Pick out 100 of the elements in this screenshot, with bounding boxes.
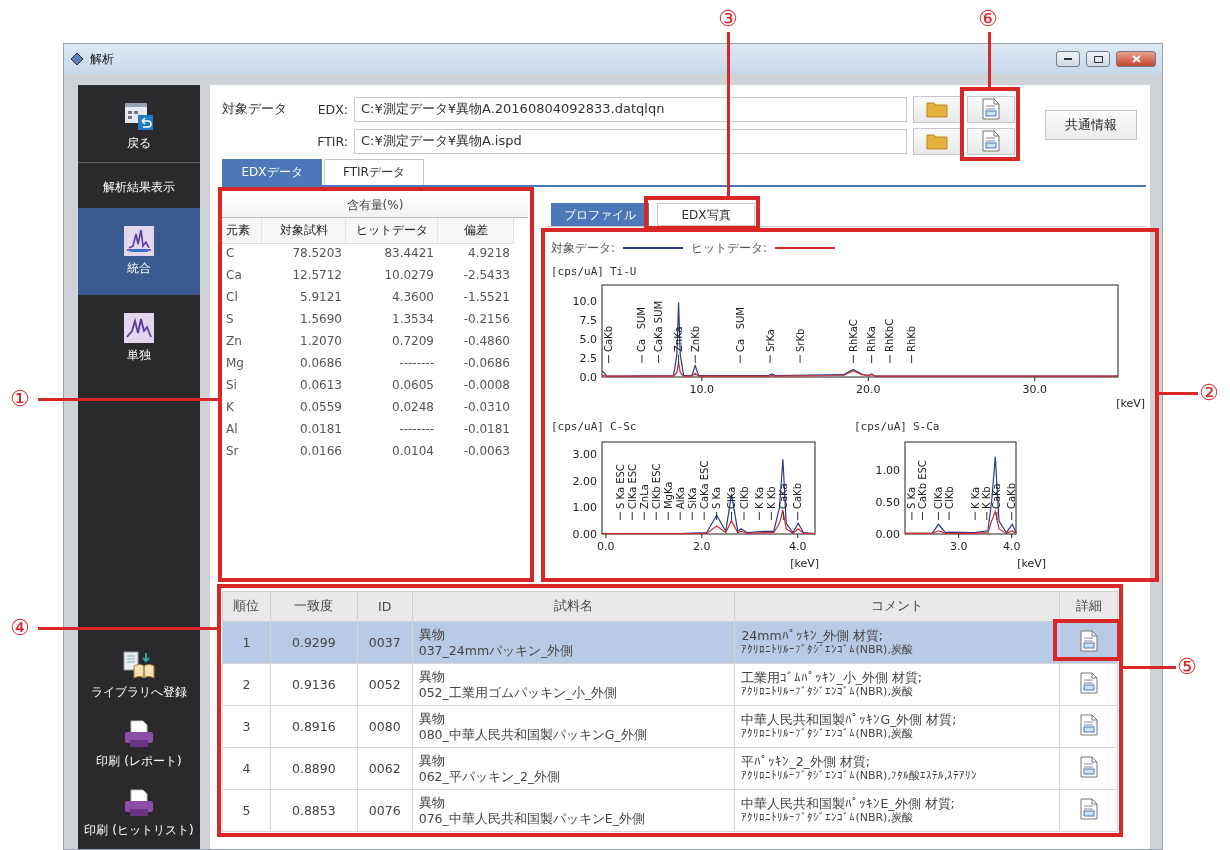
callout-number: ③ bbox=[718, 8, 738, 30]
table-cell-text: 0.0166 bbox=[299, 443, 343, 460]
peak-label: ZnKa bbox=[673, 326, 685, 364]
table-cell-text: -------- bbox=[398, 355, 435, 372]
file-path-field[interactable]: C:¥測定データ¥異物A.ispd bbox=[354, 128, 907, 154]
sidebar-action[interactable]: 印刷 (ヒットリスト) bbox=[78, 780, 200, 849]
table-cell: 0.8916 bbox=[270, 705, 358, 748]
sidebar-action[interactable]: ライブラリへ登録 bbox=[78, 642, 200, 711]
axis-tick-label: 2.5 bbox=[579, 352, 597, 365]
tab[interactable]: EDX写真 bbox=[657, 203, 755, 226]
table-cell-text: S bbox=[225, 311, 235, 328]
table-cell-text: -0.0686 bbox=[462, 355, 511, 372]
peak-label: S Ka bbox=[906, 486, 918, 521]
table-cell-text: 0.7209 bbox=[391, 333, 435, 350]
table-cell: 2 bbox=[222, 663, 271, 706]
peak-label: SrKa bbox=[764, 329, 776, 364]
peak-label: ClKb bbox=[738, 486, 750, 521]
annotation: CaKb ESC bbox=[917, 460, 929, 509]
column-header: 詳細 bbox=[1059, 591, 1118, 622]
table-cell-text: 5.9121 bbox=[299, 289, 343, 306]
axis-tick-label: 0.00 bbox=[875, 528, 900, 541]
callout-number: ① bbox=[10, 388, 30, 410]
table-cell-text: -------- bbox=[398, 421, 435, 438]
annotation: CaKa bbox=[777, 483, 789, 509]
x-tick-label: 30.0 bbox=[1022, 383, 1048, 396]
back-icon bbox=[124, 101, 154, 131]
peak-label: ClKa ESC bbox=[626, 463, 638, 521]
annotation: SrKa bbox=[764, 329, 776, 352]
table-cell: 異物 062_平パッキン_2_外側 bbox=[412, 747, 735, 790]
folder-icon bbox=[926, 100, 948, 118]
peak-label: K Ka bbox=[969, 486, 981, 521]
peak-label: RhKbC bbox=[884, 318, 896, 364]
callout-number: ⑤ bbox=[1177, 656, 1197, 678]
axis-label: [keV] bbox=[1017, 557, 1046, 570]
x-tick-label: 20.0 bbox=[856, 383, 881, 396]
axis-unit: [cps/uA] bbox=[854, 420, 907, 434]
table-cell-text: 4.9218 bbox=[467, 245, 511, 262]
close-button[interactable] bbox=[1116, 51, 1156, 67]
column-header: 試料名 bbox=[412, 591, 735, 622]
maximize-button[interactable] bbox=[1086, 51, 1110, 67]
peak-label: Ca SUM bbox=[636, 307, 648, 364]
tab[interactable]: プロファイル bbox=[551, 203, 649, 226]
back-button[interactable]: 戻る bbox=[78, 85, 200, 162]
document-icon bbox=[982, 130, 1000, 152]
annotation: ZnKa bbox=[673, 326, 685, 352]
annotation: RhKa bbox=[866, 326, 878, 352]
table-cell-text: 0.0248 bbox=[391, 399, 435, 416]
axis-tick-label: 1.00 bbox=[875, 463, 900, 477]
peak-label: CaKa bbox=[991, 483, 1003, 521]
open-file-button[interactable] bbox=[967, 95, 1015, 123]
hit-row[interactable]: 4 0.8890 0062 異物 062_平パッキン_2_外側 平ﾊﾟｯｷﾝ_2_外側 材質; ｱｸﾘﾛﾆﾄﾘﾙｰﾌﾞﾀｼﾞｴﾝｺﾞﾑ(NBR),ﾌﾀﾙ酸ｴｽﾃﾙ,ｽﾃｱﾘﾝ bbox=[222, 747, 1118, 790]
annotation: ClKb bbox=[738, 486, 750, 509]
table-cell-text: K bbox=[225, 399, 235, 416]
table-cell-text: 0.0613 bbox=[299, 377, 343, 394]
window-title: 解析 bbox=[90, 50, 115, 68]
table-cell-text: -1.5521 bbox=[462, 289, 511, 306]
browse-button[interactable] bbox=[913, 95, 961, 123]
open-file-button[interactable] bbox=[967, 127, 1015, 155]
file-path-field[interactable]: C:¥測定データ¥異物A.20160804092833.datqlqn bbox=[354, 96, 907, 122]
peak-label: AlKa bbox=[674, 486, 686, 521]
table-cell-text: 0.0181 bbox=[299, 421, 343, 438]
table-cell-text: -0.0063 bbox=[462, 443, 511, 460]
peak-label: ZnLa bbox=[638, 484, 650, 521]
x-tick-label: 0.0 bbox=[597, 540, 615, 553]
peak-label: CaKb bbox=[603, 326, 615, 364]
table-cell-text: 10.0279 bbox=[383, 267, 435, 284]
sidebar-item[interactable]: 統合 bbox=[78, 208, 200, 295]
table-cell-text: 1.3534 bbox=[391, 311, 435, 328]
table-cell: 中華人民共和国製ﾊﾟｯｷﾝE_外側 材質; ｱｸﾘﾛﾆﾄﾘﾙｰﾌﾞﾀｼﾞｴﾝｺﾞﾑ(NBR),炭酸 bbox=[734, 789, 1060, 832]
hit-row[interactable]: 1 0.9299 0037 異物 037_24mmパッキン_外側 24mmﾊﾟｯｷﾝ_外側 材質; ｱｸﾘﾛﾆﾄﾘﾙｰﾌﾞﾀｼﾞｴﾝｺﾞﾑ(NBR),炭酸 bbox=[222, 621, 1118, 664]
leader-line bbox=[1121, 666, 1176, 669]
sidebar-item[interactable]: 単独 bbox=[78, 295, 200, 382]
annotation: K Kb bbox=[765, 486, 777, 509]
annotation: K Kb bbox=[981, 486, 993, 509]
table-cell: 0037 bbox=[357, 621, 413, 664]
table-cell: 0062 bbox=[357, 747, 413, 790]
axis-label: [keV] bbox=[790, 557, 819, 570]
table-cell: 0080 bbox=[357, 705, 413, 748]
field-group-label: 対象データ bbox=[222, 100, 288, 118]
column-header: 偏差 bbox=[438, 218, 514, 244]
annotation: RhKbC bbox=[884, 318, 896, 352]
hit-row[interactable]: 5 0.8853 0076 異物 076_中華人民共和国製パッキンE_外側 中華人民共和国製ﾊﾟｯｷﾝE_外側 材質; ｱｸﾘﾛﾆﾄﾘﾙｰﾌﾞﾀｼﾞｴﾝｺﾞﾑ(NBR),炭酸 bbox=[222, 789, 1118, 832]
hit-row[interactable]: 3 0.8916 0080 異物 080_中華人民共和国製パッキンG_外側 中華人民共和国製ﾊﾟｯｷﾝG_外側 材質; ｱｸﾘﾛﾆﾄﾘﾙｰﾌﾞﾀｼﾞｴﾝｺﾞﾑ(NBR),炭酸 bbox=[222, 705, 1118, 748]
annotation: Ca SUM bbox=[636, 307, 648, 352]
table-cell-text: Si bbox=[225, 377, 238, 394]
leader-line bbox=[988, 32, 991, 87]
annotation: ZnLa bbox=[638, 484, 650, 509]
annotation: CaKb bbox=[792, 482, 804, 509]
annotation: S Ka bbox=[906, 486, 918, 509]
tab[interactable]: FTIRデータ bbox=[324, 159, 424, 185]
minimize-button[interactable] bbox=[1056, 51, 1080, 67]
annotation: ZnKb bbox=[689, 325, 701, 352]
common-info-button[interactable]: 共通情報 bbox=[1045, 110, 1137, 140]
tab[interactable]: EDXデータ bbox=[222, 159, 322, 185]
browse-button[interactable] bbox=[913, 127, 961, 155]
field-label: FTIR: bbox=[316, 133, 348, 149]
sidebar-action[interactable]: 印刷 (レポート) bbox=[78, 711, 200, 780]
annotation: S Ka bbox=[711, 486, 723, 509]
column-header: 順位 bbox=[222, 591, 271, 622]
hit-row[interactable]: 2 0.9136 0052 異物 052_工業用ゴムパッキン_小_外側 工業用ｺﾞﾑﾊﾟｯｷﾝ_小_外側 材質; ｱｸﾘﾛﾆﾄﾘﾙｰﾌﾞﾀｼﾞｴﾝｺﾞﾑ(NBR),炭酸 bbox=[222, 663, 1118, 706]
